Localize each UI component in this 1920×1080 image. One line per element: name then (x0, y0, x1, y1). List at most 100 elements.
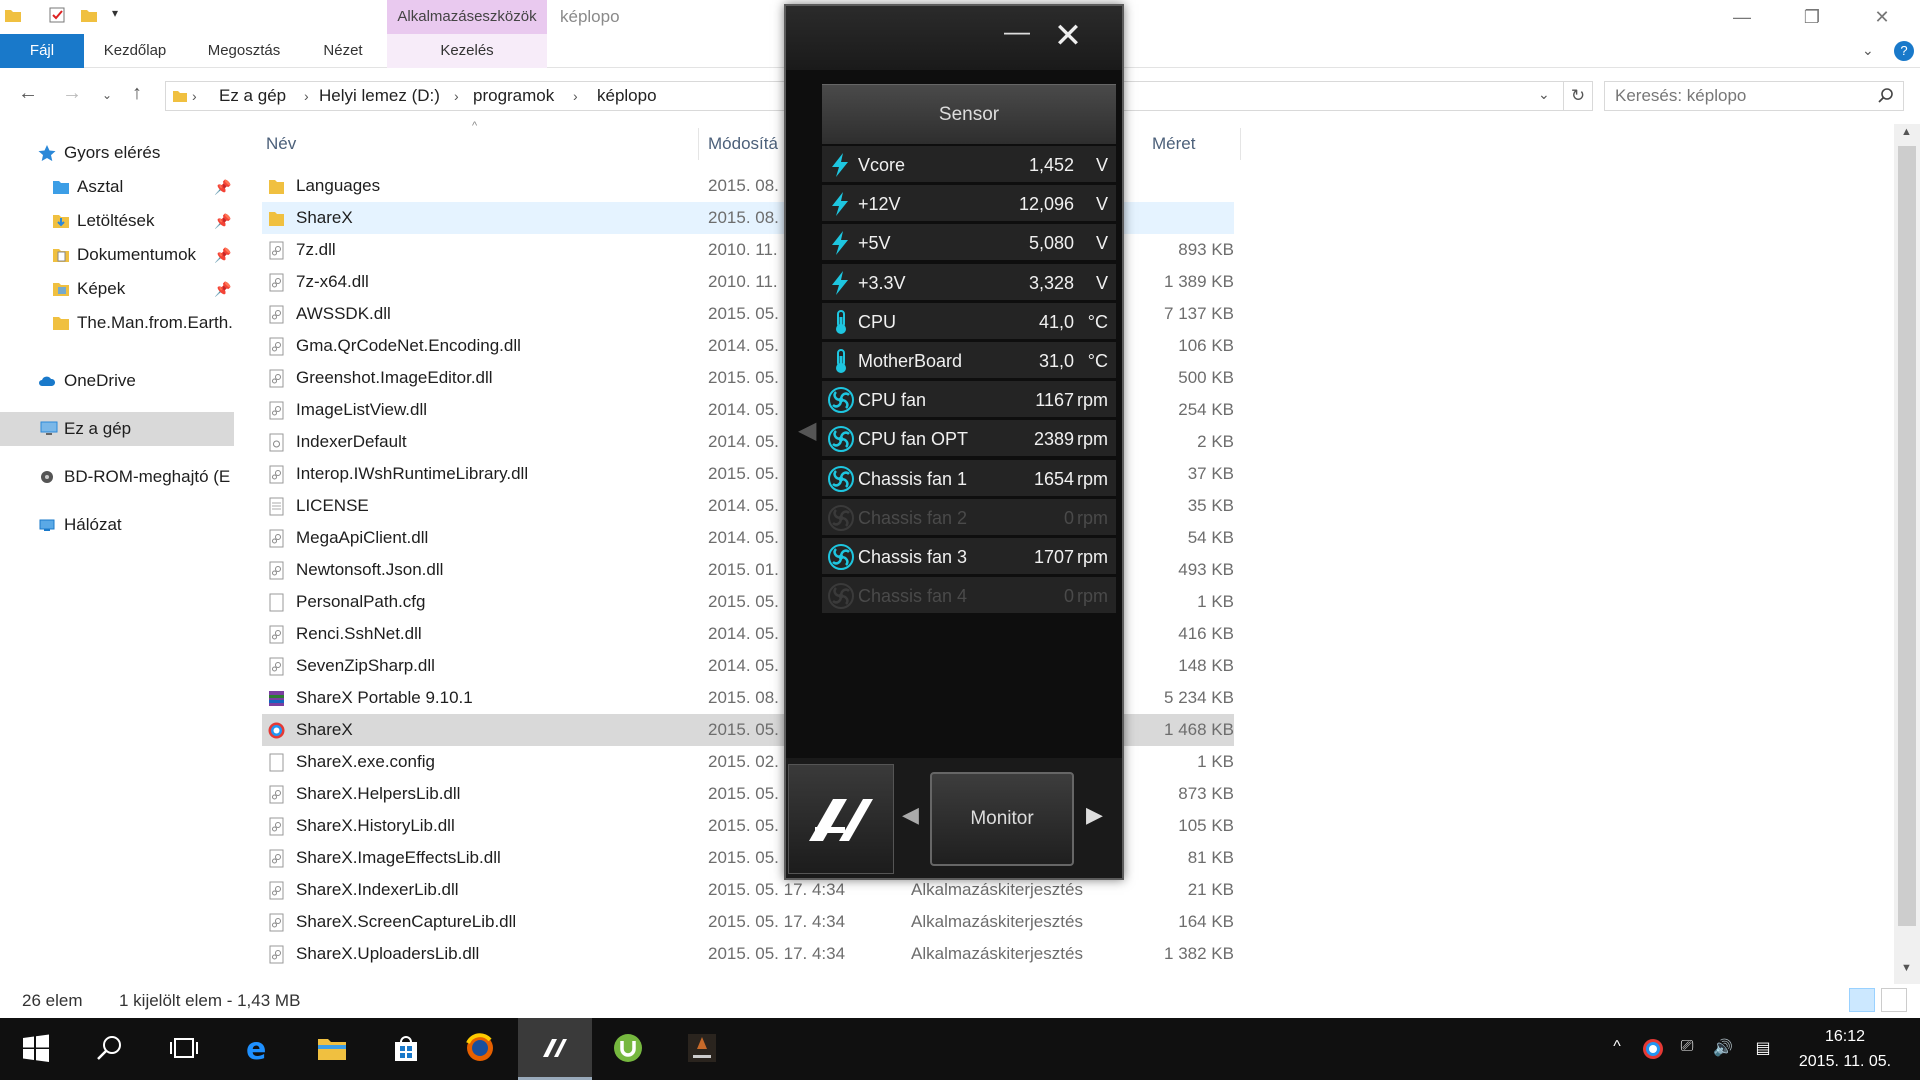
pin-icon[interactable]: 📌 (214, 170, 231, 204)
column-name[interactable]: Név (266, 124, 296, 164)
close-button[interactable]: ✕ (1852, 0, 1912, 34)
search-button[interactable] (74, 1018, 148, 1080)
previous-mode-arrow-icon[interactable]: ◀ (902, 802, 919, 828)
tab-share[interactable]: Megosztás (196, 34, 292, 68)
sidebar-item-documents[interactable]: Dokumentumok 📌 (0, 238, 234, 272)
tab-file[interactable]: Fájl (0, 34, 84, 68)
properties-icon[interactable] (48, 6, 66, 24)
file-date: 2014. 05. (708, 496, 779, 515)
widget-minimize-icon[interactable]: — (1002, 18, 1032, 46)
taskbar-utorrent[interactable] (592, 1018, 666, 1080)
sidebar-item-the-man-from-earth[interactable]: The.Man.from.Earth. (0, 306, 234, 340)
breadcrumb-local-disk[interactable]: Helyi lemez (D:) (319, 82, 440, 110)
breadcrumb-keplopo[interactable]: képlopo (597, 82, 657, 110)
sensor-value: 1654 (1033, 468, 1074, 489)
sensor-unit: rpm (1077, 547, 1108, 567)
vertical-scrollbar[interactable]: ▲ ▼ (1894, 124, 1920, 984)
file-date: 2015. 08. (708, 208, 779, 227)
lightning-icon (832, 231, 848, 256)
disc-drive-icon (41, 471, 53, 483)
pin-icon[interactable]: 📌 (214, 272, 231, 306)
address-dropdown-icon[interactable]: ⌄ (1538, 86, 1550, 103)
ai-suite-logo-button[interactable] (788, 764, 894, 874)
help-icon[interactable]: ? (1894, 41, 1914, 61)
sensor-value: 1,452 (1028, 155, 1074, 175)
widget-close-icon[interactable]: ✕ (1048, 18, 1088, 54)
action-center-icon[interactable]: ▤ (1752, 1038, 1774, 1060)
scrollbar-thumb[interactable] (1898, 146, 1916, 926)
taskbar-edge[interactable]: e (222, 1018, 296, 1080)
column-size[interactable]: Méret (1152, 124, 1195, 164)
pin-icon[interactable]: 📌 (214, 238, 231, 272)
sidebar-item-bd-rom[interactable]: BD-ROM-meghajtó (E (0, 460, 234, 494)
task-view-button[interactable] (148, 1018, 222, 1080)
taskbar-battlefield[interactable] (666, 1018, 740, 1080)
battlefield-icon (688, 1034, 716, 1062)
up-arrow-icon[interactable]: ↑ (132, 82, 142, 105)
volume-icon[interactable]: 🔊 (1712, 1038, 1734, 1060)
forward-arrow-icon[interactable]: → (62, 82, 82, 105)
file-type: Alkalmazáskiterjesztés (911, 944, 1083, 963)
back-arrow-icon[interactable]: ← (18, 82, 38, 105)
sidebar-item-network[interactable]: Hálózat (0, 508, 234, 542)
download-folder-icon (53, 215, 69, 228)
details-view-icon[interactable] (1849, 988, 1875, 1012)
sidebar-item-quick-access[interactable]: Gyors elérés (0, 136, 234, 170)
documents-folder-icon (53, 249, 69, 262)
next-mode-arrow-icon[interactable]: ▶ (1086, 802, 1103, 828)
search-icon[interactable] (1878, 88, 1894, 104)
ribbon-expand-icon[interactable]: ⌄ (1862, 42, 1874, 59)
breadcrumb-programs[interactable]: programok (473, 82, 554, 110)
widget-title-bar[interactable]: — ✕ (786, 6, 1122, 70)
pin-icon[interactable]: 📌 (214, 204, 231, 238)
breadcrumb-this-pc[interactable]: Ez a gép (219, 82, 286, 110)
dll-file-icon (269, 369, 284, 388)
tab-manage[interactable]: Kezelés (387, 34, 547, 68)
sensor-label: Chassis fan 2 (858, 507, 968, 528)
breadcrumb-separator-icon[interactable]: › (304, 82, 309, 110)
sidebar-item-this-pc[interactable]: Ez a gép (0, 412, 234, 446)
widget-collapse-arrow-icon[interactable]: ◀ (798, 416, 816, 445)
breadcrumb-separator-icon[interactable]: › (192, 82, 197, 110)
taskbar-firefox[interactable] (444, 1018, 518, 1080)
sidebar-item-downloads[interactable]: Letöltések 📌 (0, 204, 234, 238)
recent-locations-icon[interactable]: ⌄ (102, 88, 112, 102)
column-divider[interactable] (698, 128, 699, 160)
column-modified[interactable]: Módosítá (708, 124, 778, 164)
scroll-down-icon[interactable]: ▼ (1901, 962, 1912, 974)
minimize-button[interactable]: — (1712, 0, 1772, 34)
tab-view[interactable]: Nézet (312, 34, 374, 68)
taskbar-file-explorer[interactable] (296, 1018, 370, 1080)
taskbar-clock[interactable]: 16:12 2015. 11. 05. (1790, 1024, 1900, 1074)
column-divider[interactable] (1240, 128, 1241, 160)
dll-file-icon (269, 337, 284, 356)
star-icon (38, 145, 56, 161)
taskbar-store[interactable] (370, 1018, 444, 1080)
sidebar-item-pictures[interactable]: Képek 📌 (0, 272, 234, 306)
search-input[interactable]: Keresés: képlopo (1604, 81, 1904, 111)
sidebar-item-onedrive[interactable]: OneDrive (0, 364, 234, 398)
monitor-button[interactable]: Monitor (930, 772, 1074, 866)
breadcrumb-separator-icon[interactable]: › (454, 82, 459, 110)
file-size: 148 KB (1178, 656, 1234, 675)
fan-icon (828, 583, 854, 610)
scroll-up-icon[interactable]: ▲ (1901, 126, 1912, 138)
refresh-icon[interactable]: ↻ (1563, 81, 1593, 111)
start-button[interactable] (0, 1018, 74, 1080)
sharex-tray-icon[interactable] (1642, 1038, 1664, 1060)
large-icons-view-icon[interactable] (1881, 988, 1907, 1012)
show-hidden-icons-icon[interactable]: ^ (1606, 1038, 1628, 1060)
file-row[interactable]: ShareX.ScreenCaptureLib.dll 2015. 05. 17.… (262, 906, 1234, 938)
maximize-button[interactable]: ❐ (1782, 0, 1842, 34)
thermometer-icon (836, 349, 846, 373)
file-name: MegaApiClient.dll (296, 528, 429, 547)
taskbar-ai-suite[interactable] (518, 1018, 592, 1080)
breadcrumb-separator-icon[interactable]: › (573, 82, 578, 110)
sidebar-item-desktop[interactable]: Asztal 📌 (0, 170, 234, 204)
item-count: 26 elem (22, 991, 83, 1010)
network-icon[interactable]: ⎚ (1676, 1038, 1698, 1060)
new-folder-icon[interactable] (80, 6, 98, 24)
tab-home[interactable]: Kezdőlap (92, 34, 178, 68)
file-row[interactable]: ShareX.UploadersLib.dll 2015. 05. 17. 4:3… (262, 938, 1234, 970)
quick-access-dropdown-icon[interactable]: ▾ (112, 6, 118, 20)
